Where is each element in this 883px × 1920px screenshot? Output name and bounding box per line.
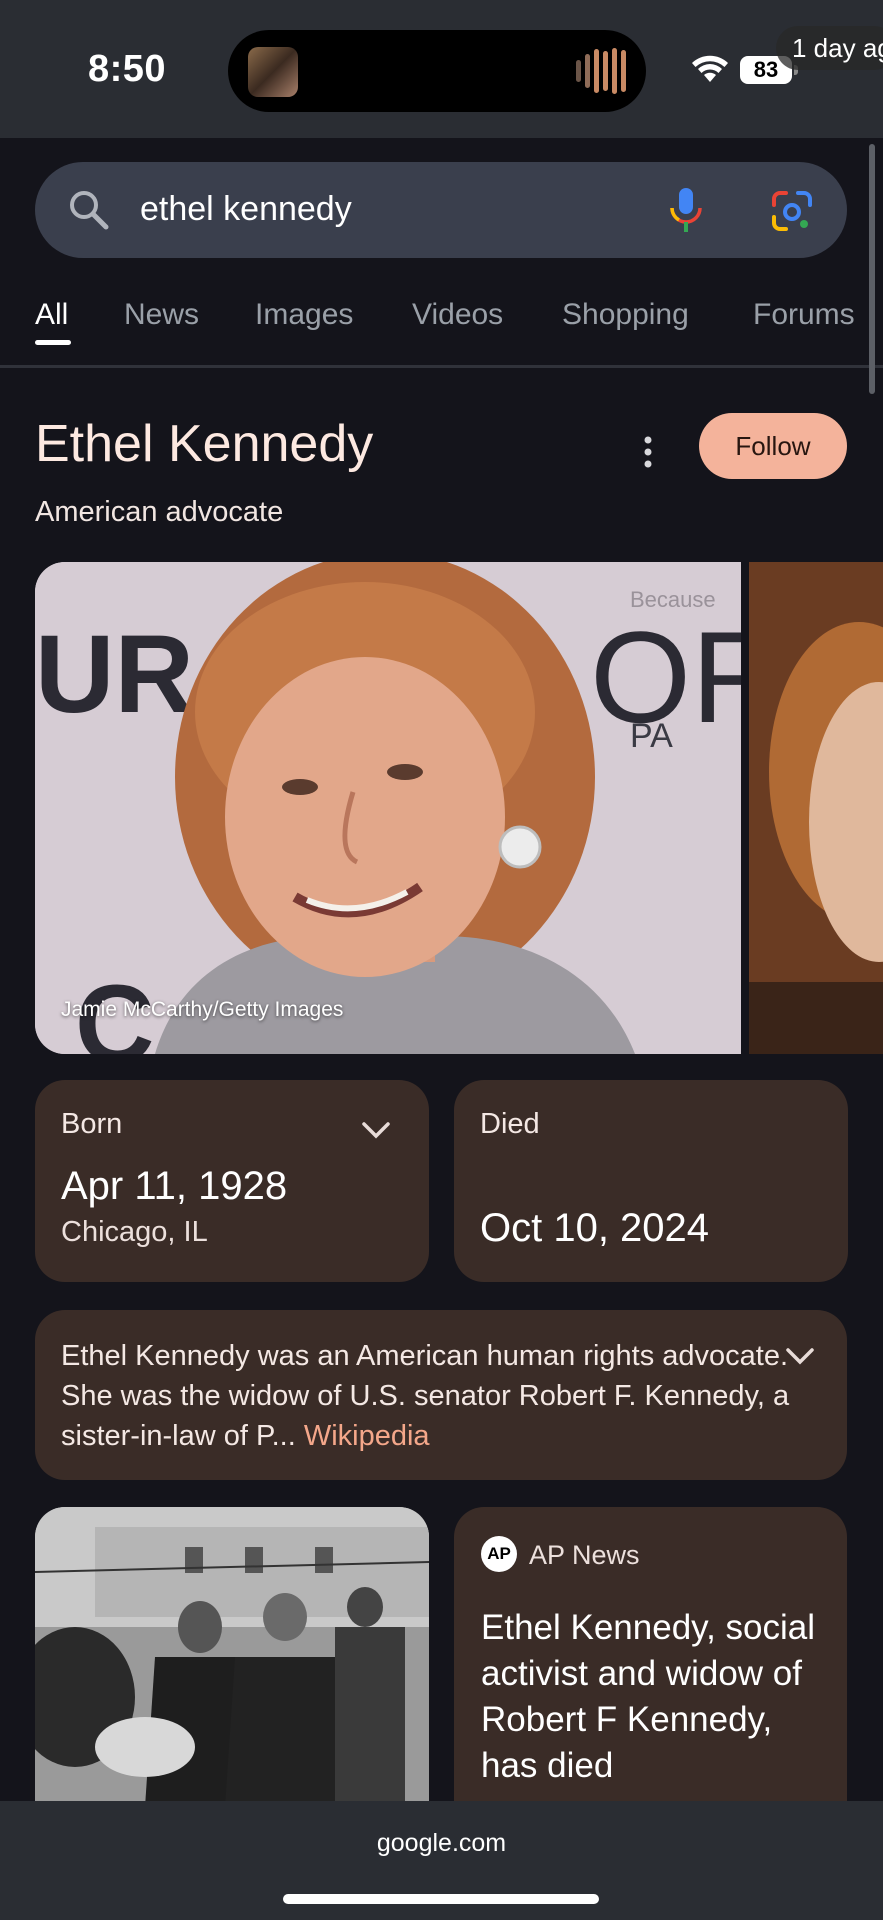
clock: 8:50 [88, 48, 167, 90]
died-date: Oct 10, 2024 [480, 1206, 710, 1250]
header-divider [0, 365, 883, 368]
photo-credit: Jamie McCarthy/Getty Images [61, 998, 344, 1021]
tab-images[interactable]: Images [255, 298, 353, 332]
audio-waveform-icon [576, 48, 626, 94]
tab-shopping[interactable]: Shopping [562, 298, 689, 332]
follow-button[interactable]: Follow [699, 413, 847, 479]
portrait-illustration: UR OR PA Because C [35, 562, 741, 1054]
url-label[interactable]: google.com [0, 1829, 883, 1858]
born-date: Apr 11, 1928 [61, 1164, 288, 1208]
backdrop-text-ur: UR [35, 613, 194, 736]
search-input[interactable]: ethel kennedy [35, 162, 847, 258]
tab-news[interactable]: News [124, 298, 199, 332]
died-card: Died Oct 10, 2024 [454, 1080, 848, 1282]
news-article-card[interactable]: AP AP News Ethel Kennedy, social activis… [454, 1507, 847, 1807]
ap-news-logo: AP [481, 1536, 517, 1572]
status-bar: 8:50 83 [0, 0, 883, 138]
tab-forums[interactable]: Forums [753, 298, 855, 332]
tab-all[interactable]: All [35, 298, 68, 332]
description-text: Ethel Kennedy was an American human righ… [61, 1336, 791, 1456]
browser-bottom-bar: google.com [0, 1801, 883, 1920]
born-place: Chicago, IL [61, 1216, 208, 1248]
microphone-icon[interactable] [668, 186, 704, 234]
backdrop-text-pa: PA [630, 717, 673, 755]
second-photo[interactable] [749, 562, 883, 1054]
born-label: Born [61, 1108, 123, 1140]
more-options-icon[interactable] [640, 432, 656, 472]
news-headline[interactable]: Ethel Kennedy, social activist and widow… [481, 1605, 831, 1789]
active-tab-indicator [35, 340, 71, 345]
entity-title: Ethel Kennedy [35, 415, 374, 473]
born-card[interactable]: Born Apr 11, 1928 Chicago, IL [35, 1080, 429, 1282]
home-indicator[interactable] [283, 1894, 599, 1904]
second-photo-illustration [749, 562, 883, 1054]
tab-videos[interactable]: Videos [412, 298, 503, 332]
died-label: Died [480, 1108, 540, 1140]
search-icon[interactable] [67, 188, 111, 232]
scrollbar[interactable] [869, 144, 875, 394]
search-query[interactable]: ethel kennedy [140, 190, 352, 229]
search-header: ethel kennedy All News Images Videos Sho… [0, 138, 883, 370]
portrait-photo[interactable]: UR OR PA Because C Jamie McCarthy/Getty … [35, 562, 741, 1054]
now-playing-artwork [248, 47, 298, 97]
chevron-down-icon[interactable] [785, 1346, 815, 1366]
wikipedia-link[interactable]: Wikipedia [304, 1420, 430, 1452]
dynamic-island[interactable] [228, 30, 646, 112]
recency-chip: 1 day ago [776, 26, 883, 70]
entity-subtitle: American advocate [35, 496, 284, 528]
google-lens-icon[interactable] [770, 189, 814, 233]
news-source: AP News [529, 1540, 640, 1570]
news-photo-card[interactable] [35, 1507, 429, 1807]
description-card[interactable]: Ethel Kennedy was an American human righ… [35, 1310, 847, 1480]
chevron-down-icon[interactable] [361, 1120, 391, 1140]
image-carousel[interactable]: UR OR PA Because C Jamie McCarthy/Getty … [35, 562, 883, 1054]
wifi-icon [692, 55, 728, 82]
search-tabs: All News Images Videos Shopping Forums [0, 298, 883, 358]
backdrop-text-because: Because [630, 587, 716, 612]
news-photo-illustration [35, 1507, 429, 1807]
